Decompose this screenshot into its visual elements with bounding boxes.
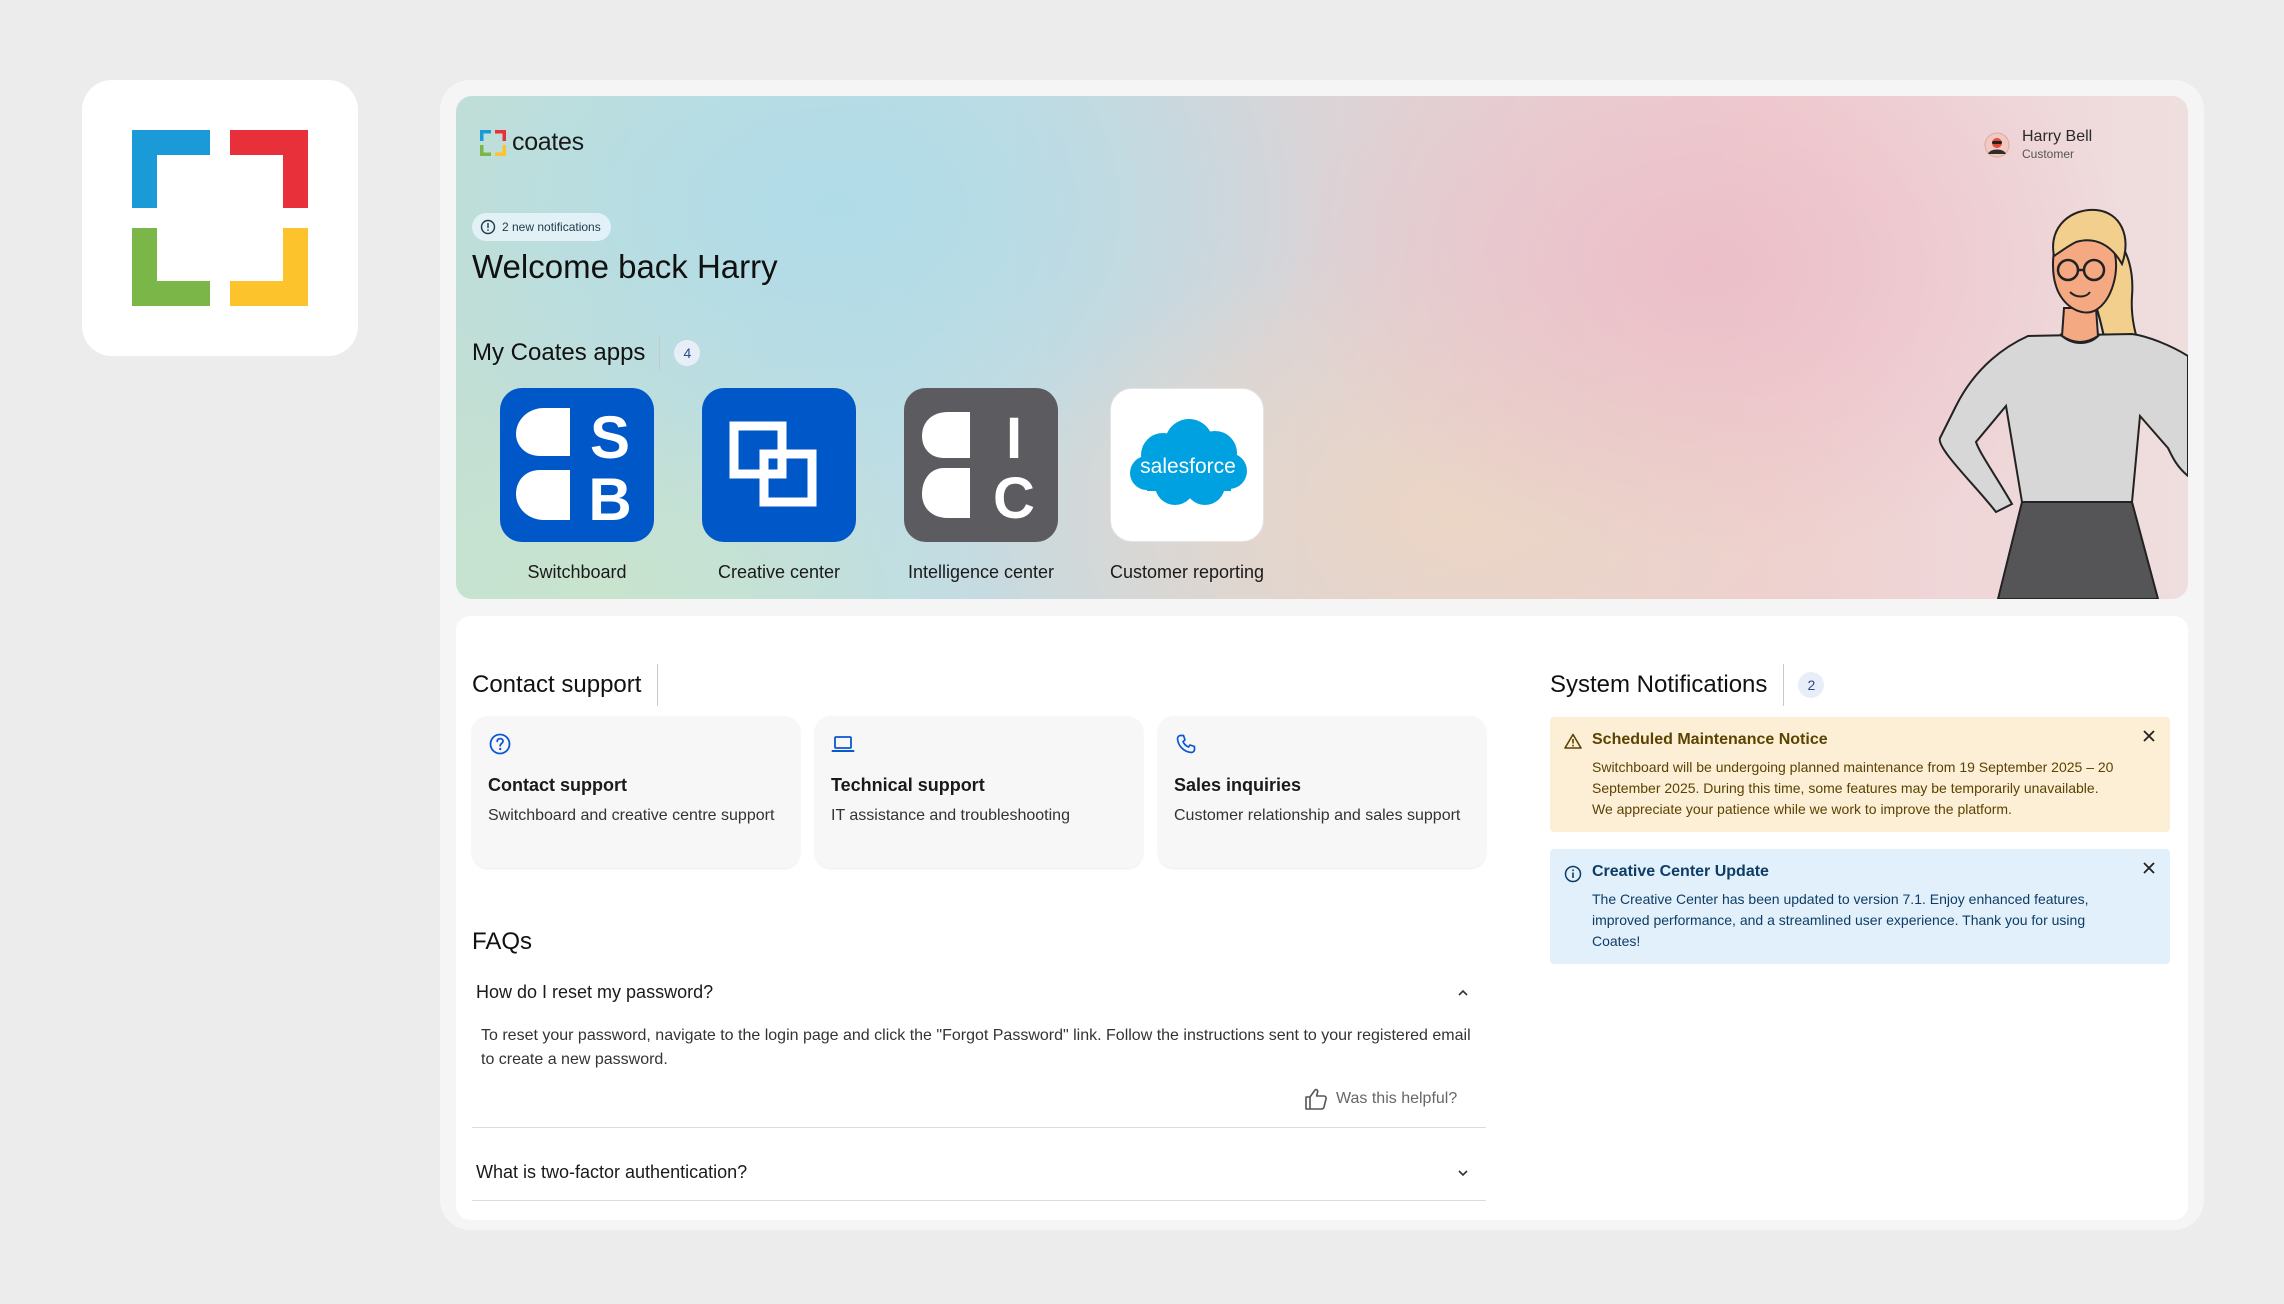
card-title: Contact support <box>488 775 627 795</box>
intelligence-logo-icon: I C <box>922 406 1035 531</box>
app-creative-center[interactable]: Creative center <box>679 388 879 583</box>
overlapping-squares-icon <box>729 421 817 507</box>
welcome-heading: Welcome back Harry <box>472 248 778 285</box>
apps-title: My Coates apps <box>472 339 646 366</box>
salesforce-app-icon: salesforce <box>1110 388 1264 542</box>
info-circle-icon <box>480 219 496 235</box>
technical-support-card[interactable]: Technical support IT assistance and trou… <box>815 716 1143 868</box>
faq-divider <box>472 1127 1486 1128</box>
creative-center-app-icon <box>702 388 856 542</box>
alert-title: Creative Center Update <box>1592 863 1769 880</box>
user-menu[interactable]: Harry Bell Customer <box>1984 128 2092 162</box>
card-description: Customer relationship and sales support <box>1174 807 1461 824</box>
salesforce-cloud-icon: salesforce <box>1130 419 1247 505</box>
contact-support-title: Contact support <box>472 671 642 698</box>
app-switchboard[interactable]: S B Switchboard <box>477 388 677 583</box>
card-title: Technical support <box>831 775 985 795</box>
contact-support-card[interactable]: Contact support Switchboard and creative… <box>472 716 800 868</box>
sales-inquiries-card[interactable]: Sales inquiries Customer relationship an… <box>1158 716 1486 868</box>
coates-logo-icon <box>132 130 308 306</box>
faq-question-two-factor[interactable]: What is two-factor authentication? <box>476 1162 1470 1183</box>
intelligence-center-app-icon: I C <box>904 388 1058 542</box>
close-icon[interactable] <box>2142 729 2156 743</box>
card-description: Switchboard and creative centre support <box>488 807 775 824</box>
notifications-pill[interactable]: 2 new notifications <box>472 213 611 241</box>
divider <box>657 664 659 706</box>
phone-icon <box>1176 734 1196 754</box>
app-label: Intelligence center <box>907 562 1055 582</box>
user-role: Customer <box>2022 147 2075 161</box>
svg-text:C: C <box>993 466 1035 531</box>
coates-mini-logo-icon <box>480 129 506 156</box>
contact-support-header: Contact support <box>472 664 672 706</box>
alert-body: The Creative Center has been updated to … <box>1592 891 2089 949</box>
woman-illustration <box>1938 208 2188 599</box>
apps-count-badge: 4 <box>674 340 701 366</box>
faq-question-text: How do I reset my password? <box>476 982 714 1002</box>
faqs-title: FAQs <box>472 928 533 955</box>
app-customer-reporting[interactable]: salesforce Customer reporting <box>1087 388 1287 583</box>
svg-text:I: I <box>1006 406 1022 471</box>
alert-title: Scheduled Maintenance Notice <box>1592 731 1828 748</box>
chevron-up-icon[interactable] <box>1456 986 1470 1000</box>
app-label: Creative center <box>717 562 841 582</box>
helpful-feedback[interactable]: Was this helpful? <box>1304 1088 1457 1110</box>
maintenance-alert: Scheduled Maintenance Notice Switchboard… <box>1550 717 2170 832</box>
notifications-count-badge: 2 <box>1798 672 1825 698</box>
faq-question-text: What is two-factor authentication? <box>476 1162 748 1182</box>
divider <box>1783 664 1785 706</box>
switchboard-logo-icon: S B <box>516 404 632 533</box>
user-name: Harry Bell <box>2022 128 2093 145</box>
apps-header: My Coates apps 4 <box>472 336 701 370</box>
app-label: Customer reporting <box>1109 562 1265 582</box>
thumbs-up-icon[interactable] <box>1304 1088 1328 1110</box>
notifications-label: 2 new notifications <box>502 220 601 234</box>
warning-triangle-icon <box>1564 733 1582 749</box>
divider <box>659 336 661 370</box>
hero-banner: coates Harry Bell Customer 2 new notific… <box>456 96 2188 599</box>
system-notifications-title: System Notifications <box>1550 671 1768 698</box>
switchboard-app-icon: S B <box>500 388 654 542</box>
app-label: Switchboard <box>527 562 627 582</box>
system-notifications-header: System Notifications 2 <box>1550 664 1825 706</box>
brand-name: coates <box>512 128 584 156</box>
faq-answer: To reset your password, navigate to the … <box>481 1027 1471 1068</box>
question-circle-icon <box>489 733 511 755</box>
coates-logo-tile <box>82 80 358 356</box>
close-icon[interactable] <box>2142 861 2156 875</box>
card-title: Sales inquiries <box>1174 775 1302 795</box>
avatar <box>1984 132 2010 158</box>
faq-question-reset-password[interactable]: How do I reset my password? <box>476 982 1470 1003</box>
svg-text:salesforce: salesforce <box>1140 455 1236 478</box>
laptop-icon <box>831 736 855 752</box>
svg-text:S: S <box>590 404 630 471</box>
brand[interactable]: coates <box>480 128 584 157</box>
alert-body: Switchboard will be undergoing planned m… <box>1592 759 2114 817</box>
faq-divider <box>472 1200 1486 1201</box>
info-circle-icon <box>1564 865 1582 883</box>
chevron-down-icon[interactable] <box>1456 1166 1470 1180</box>
svg-text:B: B <box>588 466 631 533</box>
helpful-label: Was this helpful? <box>1336 1090 1458 1107</box>
app-intelligence-center[interactable]: I C Intelligence center <box>881 388 1081 583</box>
creative-center-update-alert: Creative Center Update The Creative Cent… <box>1550 849 2170 964</box>
card-description: IT assistance and troubleshooting <box>831 807 1070 824</box>
